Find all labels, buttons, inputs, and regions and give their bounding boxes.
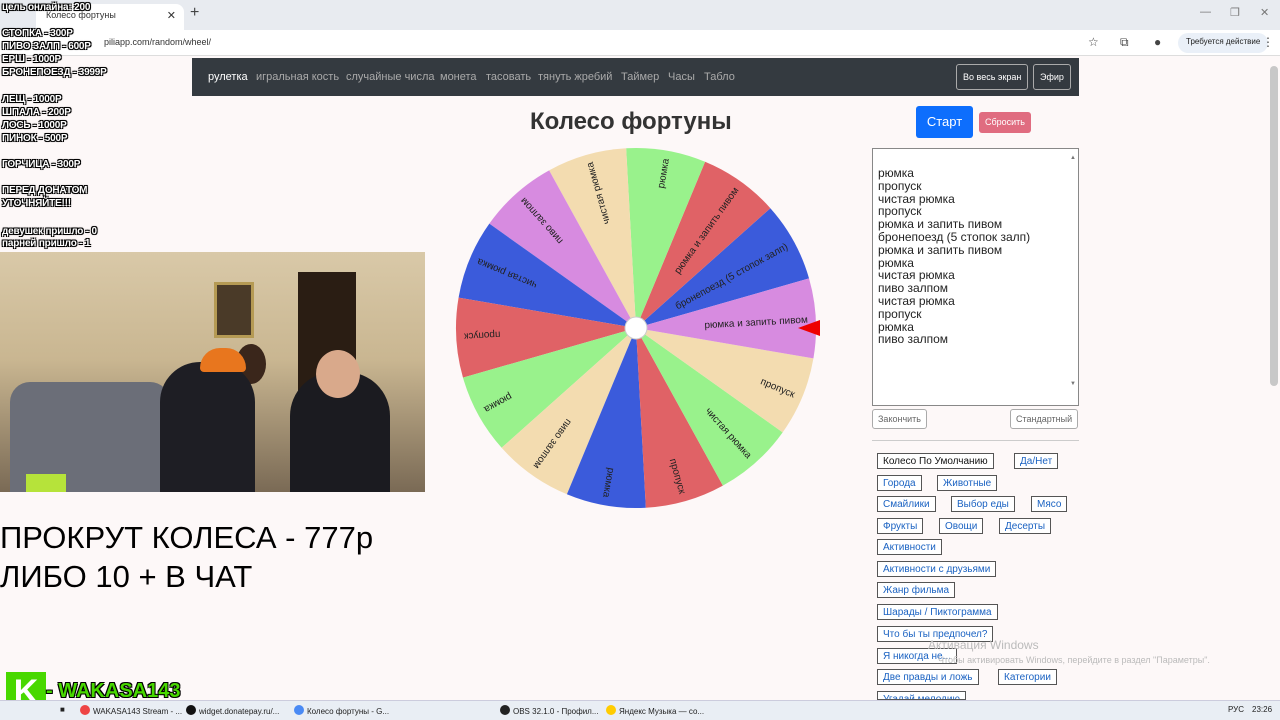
fullscreen-button[interactable]: Во весь экран xyxy=(956,64,1029,90)
nav-link-coin[interactable]: монета xyxy=(440,71,477,83)
spin-price-text: ПРОКРУТ КОЛЕСА - 777р xyxy=(0,520,374,555)
app-icon xyxy=(186,705,196,715)
price-item: ПИВО ЗАЛП - 600Р xyxy=(2,41,91,52)
price-item: ГОРЧИЦА - 300Р xyxy=(2,159,81,170)
guys-counter: парней пришло - 1 xyxy=(2,238,91,249)
preset-button[interactable]: Жанр фильма xyxy=(877,582,956,598)
taskbar-item[interactable]: WAKASA143 Stream - ... xyxy=(80,705,182,716)
menu-icon[interactable]: ⋮ xyxy=(1262,35,1274,49)
chrome-icon xyxy=(80,705,90,715)
price-item: ШПАЛА - 200Р xyxy=(2,107,71,118)
preset-button[interactable]: Мясо xyxy=(1031,496,1068,512)
address-bar: piliapp.com/random/wheel/ ☆ ⧉ ● Требуетс… xyxy=(0,30,1280,56)
preset-button[interactable]: Активности с друзьями xyxy=(877,561,997,577)
clock[interactable]: 23:26 xyxy=(1252,705,1272,714)
spin-alt-text: ЛИБО 10 + В ЧАТ xyxy=(0,559,253,594)
start-menu-icon[interactable]: ■ xyxy=(60,705,65,714)
price-item: ПИНОК - 500Р xyxy=(2,133,68,144)
preset-button[interactable]: Угадай мелодию xyxy=(877,691,966,700)
music-icon xyxy=(606,705,616,715)
nav-link-draw-lots[interactable]: тянуть жребий xyxy=(538,71,612,83)
nav-link-timer[interactable]: Таймер xyxy=(621,71,659,83)
preset-button[interactable]: Выбор еды xyxy=(951,496,1015,512)
girls-counter: девушек пришло - 0 xyxy=(2,226,97,237)
scroll-up-icon[interactable]: ▲ xyxy=(1070,152,1076,165)
nav-link-shuffle[interactable]: тасовать xyxy=(486,71,531,83)
profile-action-button[interactable]: Требуется действие xyxy=(1178,33,1269,53)
chrome-icon xyxy=(294,705,304,715)
taskbar-item[interactable]: Яндекс Музыка — со... xyxy=(606,705,704,716)
language-indicator[interactable]: РУС xyxy=(1228,705,1244,714)
donate-note: УТОЧНЯЙТЕ!!! xyxy=(2,198,71,209)
scroll-down-icon[interactable]: ▼ xyxy=(1070,378,1076,391)
close-window-icon[interactable]: ✕ xyxy=(1260,6,1269,19)
preset-button[interactable]: Активности xyxy=(877,539,942,555)
taskbar-item[interactable]: widget.donatepay.ru/... xyxy=(186,705,279,716)
price-item: СТОПКА - 300Р xyxy=(2,28,73,39)
obs-icon xyxy=(500,705,510,715)
minimize-icon[interactable]: — xyxy=(1200,6,1211,18)
standard-button[interactable]: Стандартный xyxy=(1010,409,1079,429)
entry-line: пропуск xyxy=(878,178,922,193)
preset-button[interactable]: Фрукты xyxy=(877,518,924,534)
preset-button[interactable]: Две правды и ложь xyxy=(877,669,979,685)
nav-link-scoreboard[interactable]: Табло xyxy=(704,71,735,83)
star-icon[interactable]: ☆ xyxy=(1088,35,1099,49)
price-item: ЛЕЩ - 1000Р xyxy=(2,94,62,105)
close-tab-icon[interactable]: ✕ xyxy=(167,9,176,22)
wheel-hub xyxy=(624,316,648,340)
nav-link-random-numbers[interactable]: случайные числа xyxy=(346,71,434,83)
entry-line: рюмка xyxy=(878,166,914,180)
price-item: БРОНЕПОЕЗД - 3999Р xyxy=(2,67,107,78)
preset-button[interactable]: Колесо По Умолчанию xyxy=(877,453,994,469)
new-tab-icon[interactable]: + xyxy=(190,4,199,22)
browser-tab-bar: Колесо фортуны ✕ + — ❐ ✕ xyxy=(0,0,1280,30)
start-button[interactable]: Старт xyxy=(916,106,973,138)
entry-line: рюмка и запить пивом xyxy=(878,242,1003,257)
taskbar-item[interactable]: Колесо фортуны - G... xyxy=(294,705,389,716)
wheel-segment-label: пропуск xyxy=(463,328,500,341)
preset-button[interactable]: Шарады / Пиктограмма xyxy=(877,604,998,620)
url-field[interactable]: piliapp.com/random/wheel/ xyxy=(104,37,211,47)
finish-button[interactable]: Закончить xyxy=(872,409,927,429)
site-nav: рулетка игральная кость случайные числа … xyxy=(192,58,1079,96)
fortune-wheel[interactable]: бронепоезд (5 стопок залп)рюмка и запить… xyxy=(452,144,820,512)
page-title: Колесо фортуны xyxy=(530,108,732,135)
taskbar-item[interactable]: OBS 32.1.0 - Профил... xyxy=(500,705,599,716)
entry-line: чистая рюмка xyxy=(878,293,955,308)
webcam-feed xyxy=(0,252,425,492)
preset-button[interactable]: Категории xyxy=(998,669,1057,685)
entries-textarea[interactable]: рюмка пропуск чистая рюмка пропуск рюмка и з… xyxy=(872,148,1079,406)
nav-link-wheel[interactable]: рулетка xyxy=(208,71,248,83)
preset-button[interactable]: Овощи xyxy=(939,518,984,534)
taskbar: ■ WAKASA143 Stream - ... widget.donatepa… xyxy=(0,700,1280,720)
broadcast-button[interactable]: Эфир xyxy=(1033,64,1071,90)
page-scrollbar[interactable] xyxy=(1270,66,1278,386)
preset-button[interactable]: Животные xyxy=(937,475,998,491)
avatar[interactable]: ● xyxy=(1154,35,1161,49)
windows-activation-text: Чтобы активировать Windows, перейдите в … xyxy=(938,655,1210,665)
entry-line: пиво залпом xyxy=(878,332,949,347)
price-item: ЕРШ - 1000Р xyxy=(2,54,61,65)
nav-link-dice[interactable]: игральная кость xyxy=(256,71,339,83)
preset-button[interactable]: Десерты xyxy=(999,518,1052,534)
windows-activation-title: Активация Windows xyxy=(928,638,1039,652)
entry-line: пропуск xyxy=(878,306,922,321)
entry-line: бронепоезд (5 стопок залп) xyxy=(878,229,1031,244)
price-item: ЛОСЬ - 1000Р xyxy=(2,120,67,131)
preset-button[interactable]: Города xyxy=(877,475,922,491)
donate-note: ПЕРЕД ДОНАТОМ xyxy=(2,185,88,196)
entries-list: рюмка пропуск чистая рюмка пропуск рюмка и з… xyxy=(878,167,1073,346)
restore-icon[interactable]: ❐ xyxy=(1230,6,1240,19)
nav-link-clock[interactable]: Часы xyxy=(668,71,695,83)
preset-button[interactable]: Смайлики xyxy=(877,496,936,512)
divider xyxy=(872,440,1079,441)
extensions-icon[interactable]: ⧉ xyxy=(1120,35,1129,50)
wheel-pointer xyxy=(798,320,820,336)
reset-button[interactable]: Сбросить xyxy=(979,112,1031,133)
online-goal: цель онлайна: 200 xyxy=(2,2,91,13)
preset-button[interactable]: Да/Нет xyxy=(1014,453,1059,469)
